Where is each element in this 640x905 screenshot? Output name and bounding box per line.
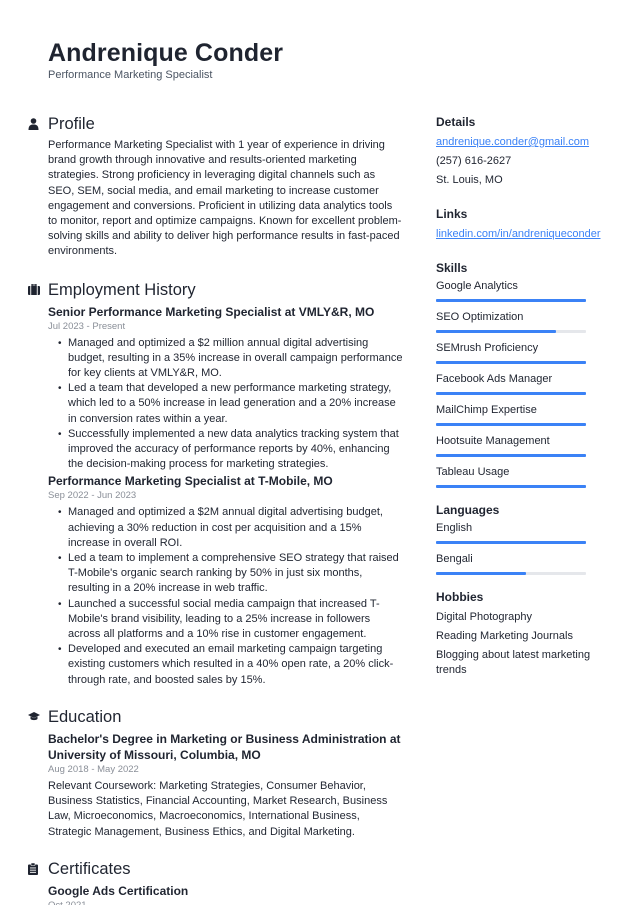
certificates-section: Certificates Google Ads Certification Oc… [28,858,403,905]
skill-item: Google Analytics [436,279,616,302]
skill-label: Hootsuite Management [436,435,550,447]
profile-summary: Performance Marketing Specialist with 1 … [48,139,402,258]
language-item: Bengali [436,552,616,575]
skills-heading: Skills [436,261,468,275]
hobby-item: Reading Marketing Journals [436,630,573,642]
skill-item: Tableau Usage [436,465,616,488]
job-bullet: Launched a successful social media campa… [58,597,403,643]
skill-label: SEO Optimization [436,311,524,323]
skill-level-bar [436,423,586,426]
degree-title: Bachelor's Degree in Marketing or Busine… [48,731,401,762]
certificate-date: Oct 2021 [48,899,403,905]
skill-level-fill [436,330,556,333]
languages-list: English Bengali [436,521,616,575]
candidate-name: Andrenique Conder [48,39,284,67]
employment-section: Employment History Senior Performance Ma… [28,279,403,688]
job-bullet: Managed and optimized a $2 million annua… [58,336,403,382]
profile-section: Profile Performance Marketing Specialist… [28,113,403,260]
skill-item: Facebook Ads Manager [436,372,616,395]
skill-item: SEMrush Proficiency [436,341,616,364]
skill-level-fill [436,423,586,426]
graduation-cap-icon [28,706,48,728]
language-level-fill [436,541,586,544]
job-dates: Jul 2023 - Present [48,320,126,332]
links-heading: Links [436,207,468,221]
skill-item: SEO Optimization [436,310,616,333]
skill-level-fill [436,392,586,395]
job-bullet: Successfully implemented a new data anal… [58,427,403,473]
language-label: English [436,522,473,534]
hobby-item: Blogging about latest marketing trends [436,649,591,676]
certificates-heading: Certificates [28,858,403,880]
skills-list: Google Analytics SEO Optimization SEMrush … [436,279,616,488]
job-title: Senior Performance Marketing Specialist … [48,304,375,319]
education-entry: Bachelor's Degree in Marketing or Busine… [48,731,403,840]
candidate-title: Performance Marketing Specialist [48,69,213,81]
education-dates: Aug 2018 - May 2022 [48,763,139,775]
job-entry: Performance Marketing Specialist at T-Mo… [48,473,403,687]
skill-level-bar [436,330,586,333]
job-bullet: Developed and executed an email marketin… [58,642,403,688]
language-level-bar [436,572,586,575]
briefcase-icon [28,279,48,301]
location: St. Louis, MO [436,174,503,186]
hobbies-block: Hobbies Digital Photography Reading Mark… [436,589,616,678]
hobbies-heading: Hobbies [436,590,484,604]
certificate-title: Google Ads Certification [48,883,189,898]
skill-level-fill [436,485,586,488]
skill-level-bar [436,299,586,302]
skill-level-fill [436,454,586,457]
certificate-entry: Google Ads Certification Oct 2021 [48,883,403,905]
skill-level-fill [436,361,586,364]
skill-label: SEMrush Proficiency [436,342,539,354]
person-icon [28,113,48,135]
job-bullet: Managed and optimized a $2M annual digit… [58,505,403,551]
employment-heading: Employment History [28,279,403,301]
skill-item: Hootsuite Management [436,434,616,457]
skill-label: Google Analytics [436,280,518,292]
language-level-bar [436,541,586,544]
phone-number: (257) 616-2627 [436,155,512,167]
skill-level-fill [436,299,586,302]
certificates-title: Certificates [48,859,131,878]
profile-heading: Profile [28,113,403,135]
links-block: Links linkedin.com/in/andreniqueconder [436,206,616,244]
resume-header: Andrenique Conder Performance Marketing … [48,38,283,82]
language-level-fill [436,572,526,575]
education-section: Education Bachelor's Degree in Marketing… [28,706,403,840]
skill-level-bar [436,454,586,457]
job-bullets: Managed and optimized a $2 million annua… [58,336,403,473]
clipboard-icon [28,858,48,880]
education-description: Relevant Coursework: Marketing Strategie… [48,779,388,838]
email-link[interactable]: andrenique.conder@gmail.com [436,133,616,152]
job-bullet: Led a team that developed a new performa… [58,381,403,427]
skill-item: MailChimp Expertise [436,403,616,426]
language-label: Bengali [436,553,473,565]
languages-heading: Languages [436,503,500,517]
skill-level-bar [436,485,586,488]
main-column: Profile Performance Marketing Specialist… [28,113,403,905]
skill-level-bar [436,392,586,395]
job-title: Performance Marketing Specialist at T-Mo… [48,474,333,489]
job-entry: Senior Performance Marketing Specialist … [48,304,403,473]
skill-label: MailChimp Expertise [436,404,537,416]
hobby-item: Digital Photography [436,611,533,623]
sidebar: Details andrenique.conder@gmail.com (257… [436,114,616,694]
details-heading: Details [436,115,476,129]
employment-title: Employment History [48,280,196,299]
education-heading: Education [28,706,403,728]
languages-block: Languages English Bengali [436,502,616,575]
job-bullet: Led a team to implement a comprehensive … [58,551,403,597]
skill-label: Facebook Ads Manager [436,373,553,385]
skill-level-bar [436,361,586,364]
profile-title: Profile [48,115,95,133]
education-title: Education [48,707,122,726]
job-dates: Sep 2022 - Jun 2023 [48,490,137,502]
skill-label: Tableau Usage [436,466,510,478]
skills-block: Skills Google Analytics SEO Optimization S… [436,260,616,488]
details-block: Details andrenique.conder@gmail.com (257… [436,114,616,190]
language-item: English [436,521,616,544]
job-bullets: Managed and optimized a $2M annual digit… [58,505,403,687]
linkedin-link[interactable]: linkedin.com/in/andreniqueconder [436,225,616,244]
